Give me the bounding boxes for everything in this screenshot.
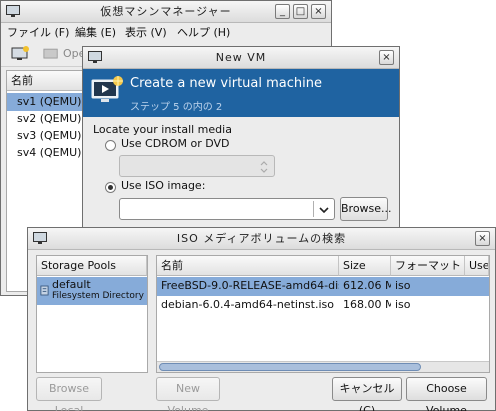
menubar: ファイル (F) 編集 (E) 表示 (V) ヘルプ (H) [1, 23, 331, 43]
monitor-icon [88, 51, 102, 63]
maximize-button[interactable]: □ [293, 4, 308, 19]
horizontal-scrollbar[interactable] [157, 361, 489, 372]
cdrom-label[interactable]: Use CDROM or DVD [121, 137, 230, 150]
browse-local-button[interactable]: Browse Local [36, 377, 102, 411]
cdrom-radio[interactable] [105, 140, 116, 151]
vm-row-sv4[interactable]: sv4 (QEMU) [7, 144, 85, 162]
column-format[interactable]: フォーマット [391, 256, 465, 276]
iso-dialog-titlebar[interactable]: ISO メディアボリュームの検索 × [28, 228, 495, 250]
volumes-table: 名前 Size フォーマット Use FreeBSD-9.0-RELEASE-a… [156, 255, 490, 373]
pool-name: default [52, 278, 91, 291]
vm-list-header[interactable]: 名前 [7, 71, 85, 91]
create-vm-icon [91, 76, 123, 102]
wizard-banner: Create a new virtual machine ステップ 5 の内の … [83, 69, 399, 117]
monitor-icon [6, 5, 20, 17]
column-use[interactable]: Use [465, 256, 489, 276]
monitor-icon [33, 232, 47, 244]
new-volume-button[interactable]: New Volume [156, 377, 220, 411]
iso-dialog-close-button[interactable]: × [475, 231, 490, 246]
file-format: iso [395, 298, 411, 311]
scrollbar-thumb[interactable] [159, 363, 421, 371]
new-vm-window: New VM × Create a new virtual machine ステ… [82, 46, 400, 232]
cdrom-select [119, 155, 275, 177]
browse-button[interactable]: Browse... [340, 197, 392, 221]
select-arrows-icon [260, 161, 268, 173]
open-icon[interactable] [43, 48, 59, 61]
chevron-down-icon[interactable] [319, 207, 329, 213]
combo-divider [313, 201, 314, 217]
file-size: 168.00 MB [343, 298, 391, 311]
file-format: iso [395, 279, 411, 292]
vm-row-sv3[interactable]: sv3 (QEMU) [7, 127, 85, 145]
new-vm-titlebar[interactable]: New VM × [83, 47, 399, 69]
pool-type: Filesystem Directory [52, 291, 144, 301]
file-size: 612.06 MB [343, 279, 391, 292]
storage-pools-list: Storage Pools default Filesystem Directo… [36, 255, 148, 373]
column-name[interactable]: 名前 [157, 256, 339, 276]
choose-volume-button[interactable]: Choose Volume [406, 377, 487, 411]
iso-path-combo[interactable] [119, 198, 335, 220]
file-name: FreeBSD-9.0-RELEASE-amd64-disc1.iso [161, 279, 339, 292]
file-name: debian-6.0.4-amd64-netinst.iso [161, 298, 334, 311]
manager-titlebar[interactable]: 仮想マシンマネージャー _ □ × [1, 1, 331, 23]
banner-step: ステップ 5 の内の 2 [130, 102, 223, 113]
menu-help[interactable]: ヘルプ (H) [177, 23, 230, 43]
new-vm-close-button[interactable]: × [379, 50, 394, 65]
locate-label: Locate your install media [93, 123, 232, 136]
table-row[interactable]: debian-6.0.4-amd64-netinst.iso 168.00 MB… [157, 296, 489, 315]
cancel-button[interactable]: キャンセル(C) [332, 377, 402, 411]
iso-dialog-title: ISO メディアボリュームの検索 [176, 232, 347, 245]
iso-radio[interactable] [105, 182, 116, 193]
iso-dialog: ISO メディアボリュームの検索 × Storage Pools default… [27, 227, 496, 411]
close-button[interactable]: × [311, 4, 326, 19]
banner-title: Create a new virtual machine [130, 76, 322, 91]
vm-row-sv2[interactable]: sv2 (QEMU) [7, 110, 85, 128]
new-vm-title: New VM [215, 51, 267, 64]
menu-edit[interactable]: 編集 (E) [75, 23, 116, 43]
column-size[interactable]: Size [339, 256, 391, 276]
menu-view[interactable]: 表示 (V) [125, 23, 167, 43]
storage-pools-header[interactable]: Storage Pools [37, 256, 147, 276]
pool-icon [40, 285, 49, 296]
manager-title: 仮想マシンマネージャー [100, 5, 232, 18]
minimize-button[interactable]: _ [275, 4, 290, 19]
menu-file[interactable]: ファイル (F) [7, 23, 69, 43]
table-row[interactable]: FreeBSD-9.0-RELEASE-amd64-disc1.iso 612.… [157, 277, 489, 296]
pool-row-default[interactable]: default Filesystem Directory [37, 277, 147, 305]
new-vm-icon[interactable] [11, 46, 29, 62]
vm-row-sv1[interactable]: sv1 (QEMU) [7, 93, 85, 111]
iso-label[interactable]: Use ISO image: [121, 179, 205, 192]
